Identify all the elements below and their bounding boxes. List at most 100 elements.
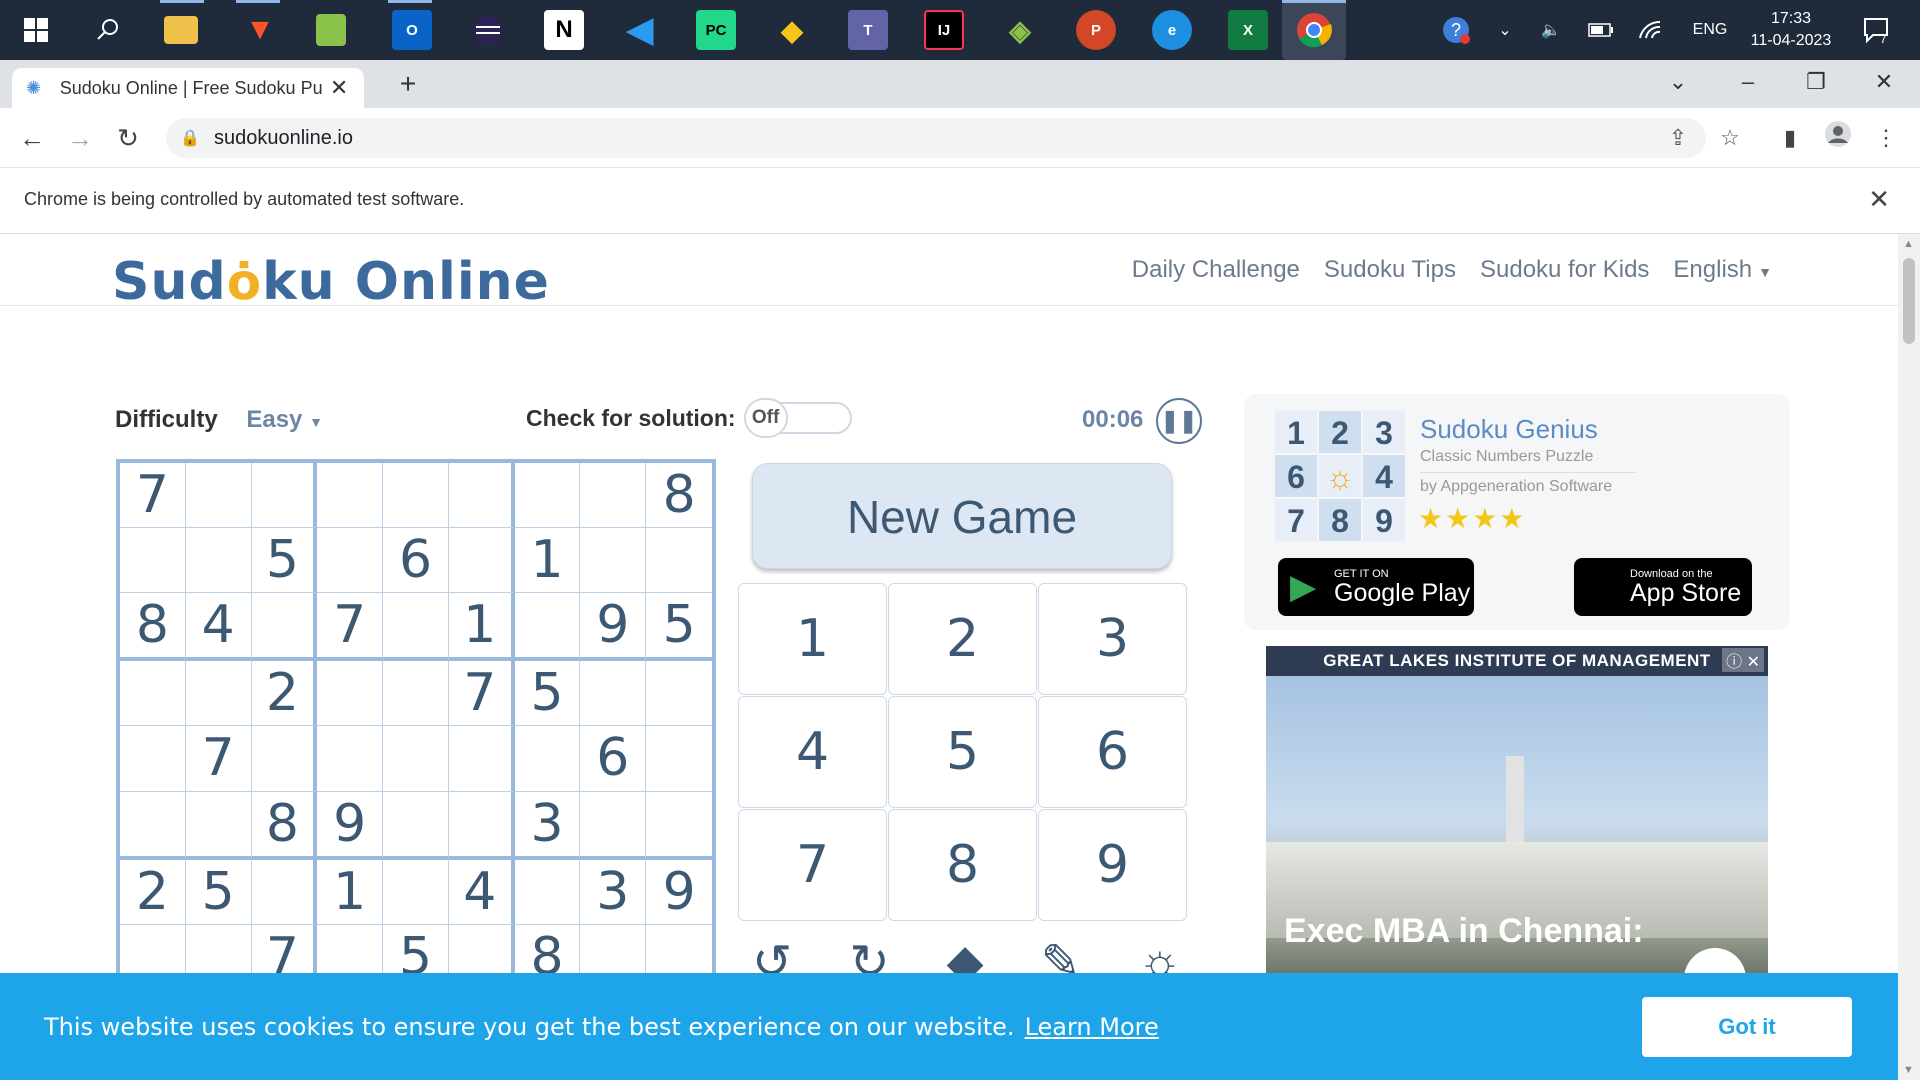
sudoku-cell[interactable]: [448, 791, 515, 860]
address-bar[interactable]: 🔒 sudokuonline.io ⇪ ☆: [166, 118, 1740, 158]
sudoku-cell[interactable]: [580, 661, 647, 727]
scroll-down-arrow-icon[interactable]: ▼: [1903, 1064, 1914, 1076]
sudoku-cell[interactable]: [120, 791, 186, 860]
chrome-icon[interactable]: [1282, 0, 1346, 60]
sudoku-cell[interactable]: 4: [448, 859, 515, 925]
battery-icon[interactable]: [1584, 0, 1618, 60]
sudoku-cell[interactable]: 5: [185, 859, 252, 925]
tab-close-icon[interactable]: ✕: [328, 75, 350, 101]
sudoku-cell[interactable]: 9: [580, 593, 647, 662]
sudoku-cell[interactable]: [448, 726, 515, 792]
sudoku-cell[interactable]: [185, 463, 252, 529]
numpad-key[interactable]: 1: [738, 583, 887, 695]
sudoku-cell[interactable]: 1: [317, 859, 384, 925]
clock[interactable]: 17:33 11-04-2023: [1736, 0, 1846, 60]
browser-tab[interactable]: ✺ Sudoku Online | Free Sudoku Pu ✕: [12, 68, 364, 108]
nav-sudoku-tips[interactable]: Sudoku Tips: [1324, 256, 1456, 284]
scroll-up-arrow-icon[interactable]: ▲: [1903, 238, 1914, 250]
sudoku-cell[interactable]: 7: [185, 726, 252, 792]
ad-close-icon[interactable]: ⓘ ✕: [1722, 648, 1764, 672]
sudoku-cell[interactable]: [646, 528, 712, 594]
sudoku-cell[interactable]: [120, 661, 186, 727]
wifi-icon[interactable]: [1632, 0, 1668, 60]
sudoku-cell[interactable]: [383, 726, 449, 792]
sudoku-cell[interactable]: [514, 463, 581, 529]
url-text[interactable]: sudokuonline.io: [214, 127, 353, 150]
sudoku-cell[interactable]: [251, 859, 318, 925]
sudoku-board[interactable]: 7856184719527576893251439758: [116, 459, 716, 1059]
difficulty-value[interactable]: Easy: [246, 406, 302, 433]
sudoku-cell[interactable]: [317, 463, 384, 529]
vscode-icon[interactable]: ◀: [620, 10, 660, 50]
forward-arrow-icon[interactable]: →: [62, 120, 98, 156]
sudoku-cell[interactable]: [514, 859, 581, 925]
toggle-knob[interactable]: Off: [743, 398, 788, 438]
sudoku-cell[interactable]: 8: [120, 593, 186, 662]
reload-icon[interactable]: ↻: [110, 120, 146, 156]
sudoku-cell[interactable]: [120, 528, 186, 594]
back-arrow-icon[interactable]: ←: [14, 120, 50, 156]
sudoku-cell[interactable]: [580, 528, 647, 594]
windows-start-icon[interactable]: [16, 10, 56, 50]
sudoku-cell[interactable]: 6: [580, 726, 647, 792]
profile-avatar-icon[interactable]: [1820, 120, 1856, 156]
new-tab-button[interactable]: +: [392, 64, 424, 104]
sudoku-cell[interactable]: [317, 726, 384, 792]
sudoku-cell[interactable]: 9: [646, 860, 712, 925]
numpad-key[interactable]: 2: [888, 583, 1037, 695]
sudoku-cell[interactable]: [383, 859, 449, 925]
sudoku-cell[interactable]: [383, 791, 449, 860]
numpad-key[interactable]: 4: [738, 696, 887, 808]
numpad-key[interactable]: 3: [1038, 583, 1187, 695]
file-explorer-icon[interactable]: [164, 16, 198, 44]
tab-search-chevron-icon[interactable]: ⌄: [1648, 60, 1708, 104]
sudoku-cell[interactable]: 1: [514, 528, 581, 594]
side-panel-icon[interactable]: ▮: [1772, 120, 1808, 156]
sudoku-cell[interactable]: 2: [120, 859, 186, 925]
sudoku-cell[interactable]: [580, 463, 647, 529]
numpad-key[interactable]: 7: [738, 809, 887, 921]
sudoku-cell[interactable]: [580, 791, 647, 860]
sudoku-cell[interactable]: 2: [251, 661, 318, 727]
numpad-key[interactable]: 8: [888, 809, 1037, 921]
sourcetree-icon[interactable]: ◆: [772, 10, 812, 50]
outlook-icon[interactable]: O: [392, 10, 432, 50]
nav-sudoku-for-kids[interactable]: Sudoku for Kids: [1480, 256, 1649, 284]
close-window-button[interactable]: ✕: [1854, 60, 1914, 104]
sudoku-cell[interactable]: [448, 528, 515, 594]
sudoku-cell[interactable]: [514, 726, 581, 792]
sudoku-cell[interactable]: 8: [251, 791, 318, 860]
share-icon[interactable]: ⇪: [1662, 122, 1694, 154]
got-it-button[interactable]: Got it: [1642, 997, 1852, 1057]
app-title[interactable]: Sudoku Genius: [1420, 414, 1598, 445]
language-dropdown[interactable]: English ▼: [1673, 256, 1772, 284]
sudoku-cell[interactable]: 4: [185, 593, 252, 662]
numpad-key[interactable]: 5: [888, 696, 1037, 808]
scrollbar-thumb[interactable]: [1903, 258, 1915, 344]
excel-icon[interactable]: X: [1228, 10, 1268, 50]
sudoku-cell[interactable]: [448, 463, 515, 529]
sudoku-cell[interactable]: [120, 726, 186, 792]
help-icon[interactable]: ?: [1438, 0, 1474, 60]
git-tool-icon[interactable]: ◈: [1000, 10, 1040, 50]
sudoku-cell[interactable]: [251, 726, 318, 792]
sudoku-cell[interactable]: [251, 463, 318, 529]
bookmark-star-icon[interactable]: ☆: [1714, 122, 1746, 154]
sudoku-cell[interactable]: 7: [448, 661, 515, 727]
sudoku-cell[interactable]: 3: [514, 791, 581, 860]
sudoku-cell[interactable]: [317, 528, 384, 594]
pause-button[interactable]: ❚❚: [1156, 398, 1202, 444]
sudoku-cell[interactable]: 5: [514, 661, 581, 727]
sudoku-cell[interactable]: 9: [317, 791, 384, 860]
app-store-button[interactable]: Download on the App Store: [1574, 558, 1752, 616]
minimize-button[interactable]: –: [1718, 60, 1778, 104]
language-indicator[interactable]: ENG: [1680, 0, 1740, 60]
numpad-key[interactable]: 9: [1038, 809, 1187, 921]
new-game-button[interactable]: New Game: [752, 463, 1172, 569]
sudoku-cell[interactable]: 7: [120, 463, 186, 529]
notepad-plus-icon[interactable]: [316, 14, 346, 46]
sudoku-cell[interactable]: 6: [383, 528, 449, 594]
sudoku-cell[interactable]: [383, 463, 449, 529]
sudoku-cell[interactable]: [646, 726, 712, 792]
teams-icon[interactable]: T: [848, 10, 888, 50]
